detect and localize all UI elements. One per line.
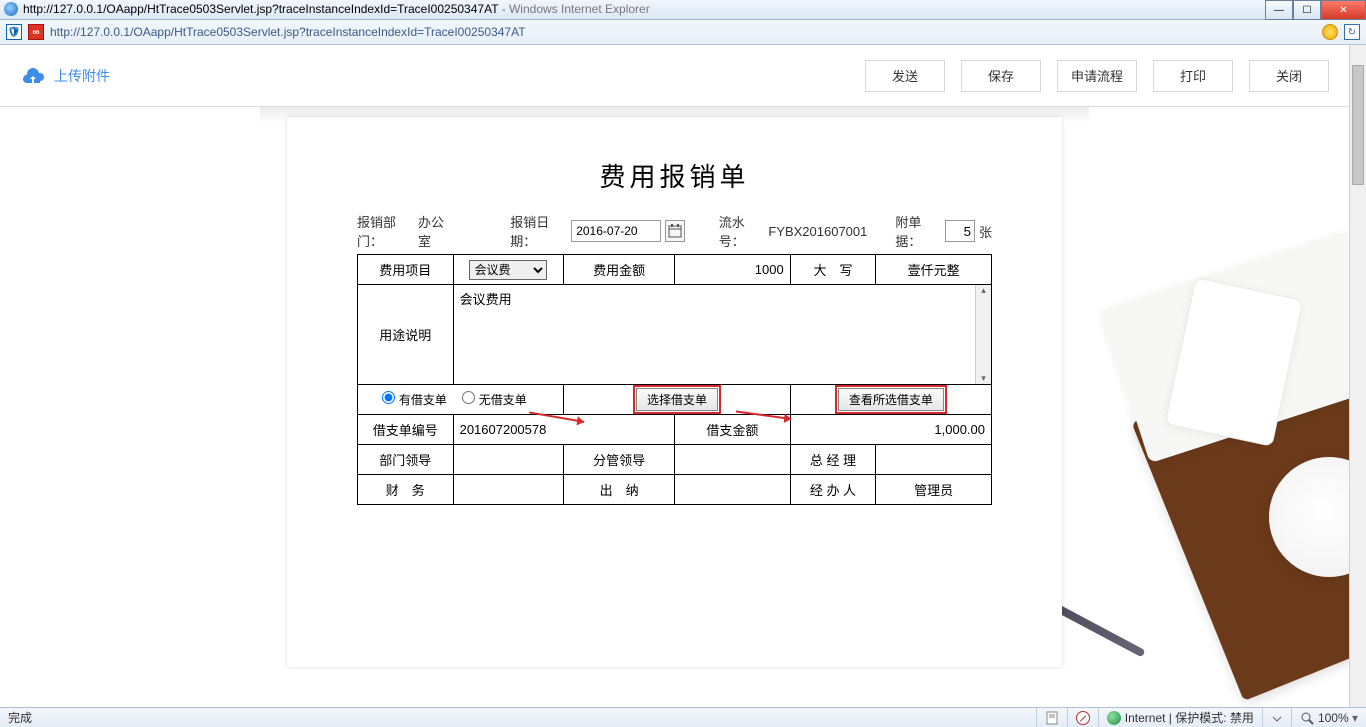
- textarea-scrollbar[interactable]: [975, 285, 991, 384]
- ie-icon: [4, 2, 18, 16]
- status-zone-text: Internet | 保护模式: 禁用: [1125, 709, 1254, 726]
- gm-label: 总 经 理: [790, 445, 876, 475]
- close-button[interactable]: 关闭: [1249, 60, 1329, 92]
- radio-no-loan[interactable]: 无借支单: [462, 393, 526, 407]
- select-loan-cell: 选择借支单: [564, 385, 790, 415]
- loan-amt-label: 借支金额: [674, 415, 790, 445]
- upper-label: 大 写: [790, 255, 876, 285]
- compat-view-icon[interactable]: [1322, 24, 1338, 40]
- form-paper: 费用报销单 报销部门： 办公室 报销日期： 流水号： FYBX201607001: [287, 117, 1062, 667]
- purpose-cell: 会议费用: [453, 285, 991, 385]
- zoom-icon: [1300, 711, 1314, 725]
- purpose-textarea[interactable]: 会议费用: [454, 285, 991, 381]
- admin-value: 管理员: [876, 475, 992, 505]
- expense-amount-label: 费用金额: [564, 255, 675, 285]
- loan-no-value: 201607200578: [453, 415, 674, 445]
- title-browser: - Windows Internet Explorer: [498, 2, 649, 16]
- upper-value: 壹仟元整: [876, 255, 992, 285]
- save-button[interactable]: 保存: [961, 60, 1041, 92]
- status-zoom-cell[interactable]: 100%: [1291, 708, 1366, 727]
- serial-value: FYBX201607001: [768, 224, 867, 239]
- attach-unit: 张: [979, 222, 992, 241]
- radio-has-loan[interactable]: 有借支单: [382, 393, 446, 407]
- upload-attachment-label: 上传附件: [54, 66, 110, 86]
- attach-label: 附单据：: [895, 212, 941, 250]
- form-meta-row: 报销部门： 办公室 报销日期： 流水号： FYBX201607001 附单据：: [357, 212, 992, 250]
- shield-icon[interactable]: 🛡: [6, 24, 22, 40]
- dept-value: 办公室: [418, 212, 452, 250]
- expense-form-table: 费用项目 会议费 费用金额 1000 大 写 壹仟元整: [357, 254, 992, 505]
- site-icon: ∞: [28, 24, 44, 40]
- view-loan-button[interactable]: 查看所选借支单: [838, 388, 944, 411]
- page-scrollbar[interactable]: [1349, 45, 1366, 707]
- print-button[interactable]: 打印: [1153, 60, 1233, 92]
- status-done: 完成: [0, 709, 40, 726]
- window-title: http://127.0.0.1/OAapp/HtTrace0503Servle…: [23, 2, 650, 16]
- branch-leader-value: [674, 445, 790, 475]
- status-icon-cell[interactable]: [1036, 708, 1067, 727]
- page-icon: [1045, 711, 1059, 725]
- upload-attachment-link[interactable]: 上传附件: [20, 66, 110, 86]
- status-popup-cell[interactable]: [1067, 708, 1098, 727]
- address-bar: 🛡 ∞ http://127.0.0.1/OAapp/HtTrace0503Se…: [0, 20, 1366, 45]
- purpose-label: 用途说明: [358, 285, 454, 385]
- send-button[interactable]: 发送: [865, 60, 945, 92]
- select-loan-highlight: 选择借支单: [633, 385, 721, 414]
- expense-amount-value[interactable]: 1000: [674, 255, 790, 285]
- status-protectmode-cell[interactable]: [1262, 708, 1291, 727]
- window-maximize-button[interactable]: ☐: [1293, 0, 1321, 20]
- window-titlebar: http://127.0.0.1/OAapp/HtTrace0503Servle…: [0, 0, 1366, 20]
- serial-label: 流水号：: [719, 212, 765, 250]
- select-loan-button[interactable]: 选择借支单: [636, 388, 718, 411]
- loan-amt-value: 1,000.00: [790, 415, 991, 445]
- view-loan-highlight: 查看所选借支单: [835, 385, 947, 414]
- window-minimize-button[interactable]: —: [1265, 0, 1293, 20]
- title-url: http://127.0.0.1/OAapp/HtTrace0503Servle…: [23, 2, 498, 16]
- branch-leader-label: 分管领导: [564, 445, 675, 475]
- refresh-icon[interactable]: ↻: [1344, 24, 1360, 40]
- calendar-button[interactable]: [665, 220, 685, 242]
- calendar-icon: [668, 224, 682, 238]
- expense-item-select[interactable]: 会议费: [469, 260, 547, 280]
- expense-item-label: 费用项目: [358, 255, 454, 285]
- page-toolbar: 上传附件 发送 保存 申请流程 打印 关闭: [0, 45, 1349, 107]
- window-close-button[interactable]: ✕: [1321, 0, 1366, 20]
- status-zone-cell[interactable]: Internet | 保护模式: 禁用: [1098, 708, 1262, 727]
- dept-leader-label: 部门领导: [358, 445, 454, 475]
- handler-label: 经 办 人: [790, 475, 876, 505]
- cloud-upload-icon: [20, 67, 46, 85]
- date-label: 报销日期：: [510, 212, 567, 250]
- date-input[interactable]: [571, 220, 661, 242]
- expense-item-cell: 会议费: [453, 255, 564, 285]
- form-title: 费用报销单: [357, 157, 992, 194]
- dept-leader-value: [453, 445, 564, 475]
- apply-flow-button[interactable]: 申请流程: [1057, 60, 1137, 92]
- loan-no-label: 借支单编号: [358, 415, 454, 445]
- cashier-value: [674, 475, 790, 505]
- blocked-icon: [1076, 711, 1090, 725]
- status-bar: 完成 Internet | 保护模式: 禁用 100%: [0, 707, 1366, 727]
- loan-radio-cell: 有借支单 无借支单: [358, 385, 564, 415]
- gm-value: [876, 445, 992, 475]
- status-zoom-text: 100%: [1318, 711, 1358, 725]
- cashier-label: 出 纳: [564, 475, 675, 505]
- dept-label: 报销部门：: [357, 212, 414, 250]
- address-url[interactable]: http://127.0.0.1/OAapp/HtTrace0503Servle…: [50, 25, 1316, 39]
- globe-icon: [1107, 711, 1121, 725]
- finance-label: 财 务: [358, 475, 454, 505]
- finance-value: [453, 475, 564, 505]
- view-loan-cell: 查看所选借支单: [790, 385, 991, 415]
- attach-count-input[interactable]: [945, 220, 975, 242]
- chevron-icon: [1271, 712, 1283, 724]
